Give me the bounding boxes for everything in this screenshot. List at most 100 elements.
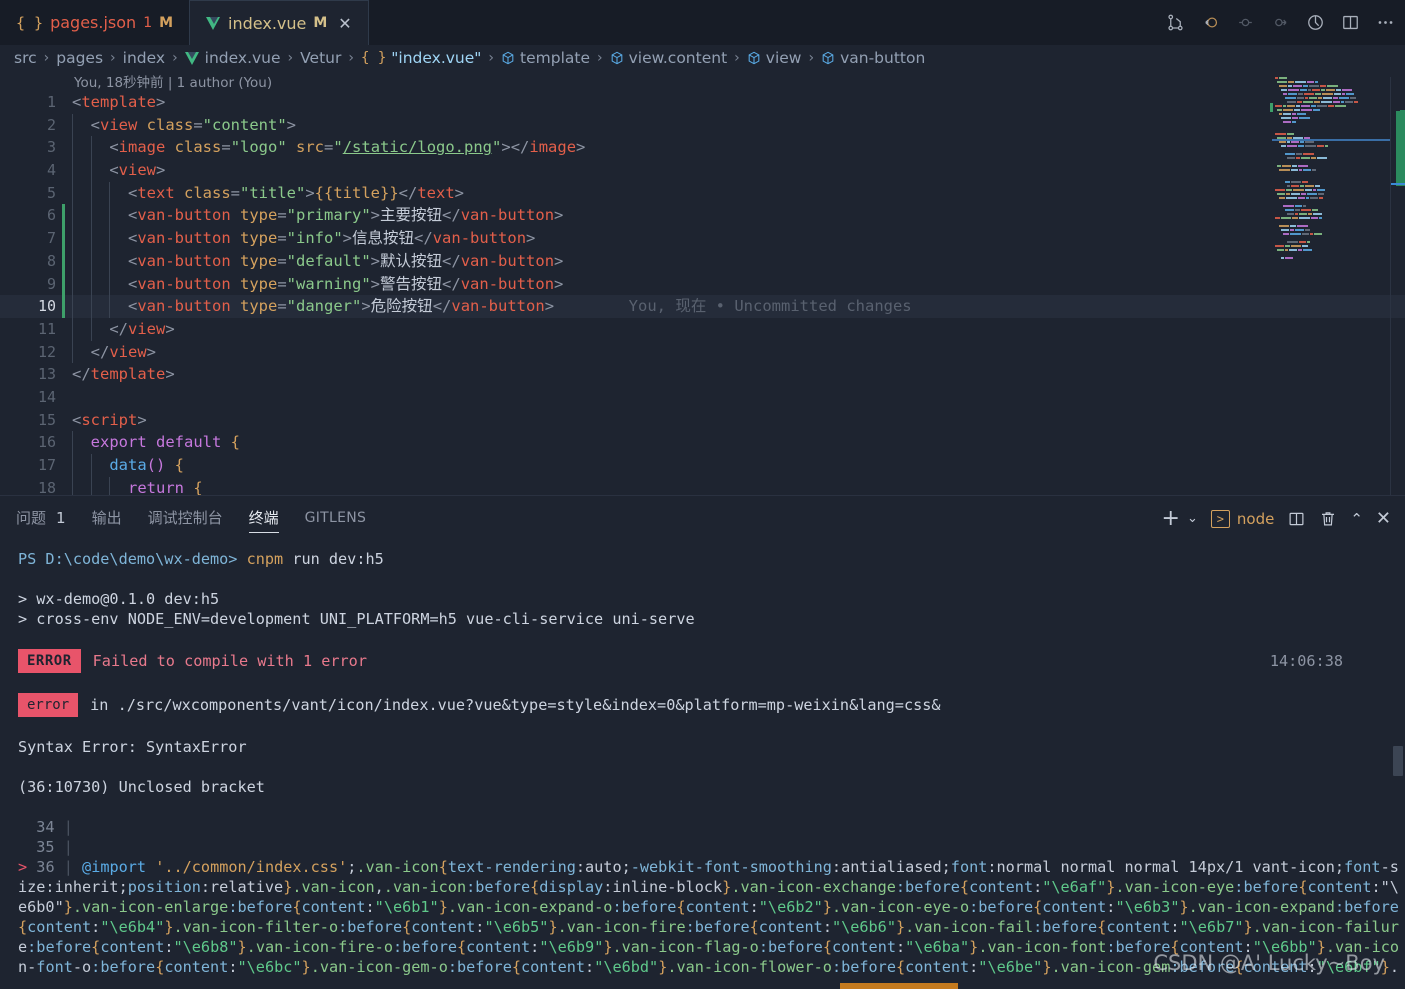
chevron-down-icon[interactable]: ⌄ (1187, 511, 1198, 526)
close-icon[interactable]: ✕ (338, 14, 351, 33)
tab-modified-badge: M (159, 14, 174, 31)
code-line[interactable]: 15 <script> (0, 409, 1405, 432)
code-line[interactable]: 4 <view> (0, 159, 1405, 182)
code-text: <view> (72, 161, 166, 180)
breadcrumb-item-view[interactable]: view (747, 49, 801, 67)
new-terminal-icon[interactable]: + (1162, 506, 1180, 531)
line-number: 11 (37, 319, 56, 338)
minimap-token (1323, 97, 1332, 99)
code-line[interactable]: 3 <image class="logo" src="/static/logo.… (0, 136, 1405, 160)
revert-icon[interactable] (1236, 13, 1255, 32)
minimap-token (1303, 85, 1308, 87)
breadcrumb-label: view.content (628, 49, 728, 67)
go-back-icon[interactable] (1201, 13, 1220, 32)
code-line[interactable]: 7 <van-button type="info">信息按钮</van-butt… (0, 227, 1405, 250)
code-line[interactable]: 1 <template> (0, 91, 1405, 114)
tab-index-vue[interactable]: index.vue M ✕ (189, 0, 369, 45)
more-actions-icon[interactable] (1376, 13, 1395, 32)
code-line[interactable]: 13 </template> (0, 363, 1405, 386)
minimap-token (1304, 137, 1310, 139)
debug-icon[interactable] (1306, 13, 1325, 32)
code-lines[interactable]: 1 <template> 2 <view class="content"> 3 <im… (0, 91, 1405, 495)
code-line[interactable]: 11 </view> (0, 317, 1405, 341)
minimap-token (1287, 185, 1290, 187)
terminal-scrollbar[interactable] (1393, 746, 1403, 776)
breadcrumb-item-template[interactable]: template (501, 49, 590, 67)
panel-tab-terminal[interactable]: 终端 (248, 496, 279, 541)
breadcrumb-item-vetur[interactable]: Vetur (300, 49, 341, 67)
code-editor[interactable]: You, 18秒钟前 | 1 author (You) 1 <template> 2… (0, 71, 1405, 495)
code-line[interactable]: 9 <van-button type="warning">警告按钮</van-b… (0, 272, 1405, 296)
code-line[interactable]: 12 </view> (0, 340, 1405, 364)
code-line[interactable]: 2 <view class="content"> (0, 113, 1405, 137)
terminal-wrapped-line: {content:"\e6b4"}.van-icon-filter-o:befo… (18, 918, 1399, 936)
terminal-code-frame-line: 34 | (18, 818, 73, 836)
minimap-token (1290, 233, 1301, 235)
minimap-token (1275, 189, 1285, 191)
source-control-icon[interactable] (1166, 13, 1185, 32)
code-line[interactable]: 18 return { (0, 476, 1405, 495)
minimap-token (1295, 205, 1302, 207)
minimap-token (1287, 133, 1294, 135)
panel-tab-debug-console[interactable]: 调试控制台 (148, 496, 223, 541)
minimap-token (1279, 169, 1290, 171)
breadcrumb-item-index[interactable]: index (123, 49, 165, 67)
breadcrumb-item-pages[interactable]: pages (56, 49, 103, 67)
code-line[interactable]: 17 data() { (0, 454, 1405, 477)
minimap-token (1287, 145, 1297, 147)
code-text: </view> (72, 319, 175, 338)
breadcrumb-item-view-content[interactable]: view.content (610, 49, 728, 67)
minimap-line (1275, 165, 1390, 168)
minimap-token (1292, 117, 1298, 119)
minimap-token (1285, 181, 1290, 183)
minimap-token (1328, 105, 1334, 107)
trash-icon[interactable] (1319, 509, 1337, 528)
titlebar-action-group (1166, 0, 1395, 45)
minimap-line (1279, 117, 1390, 120)
panel-tab-problems[interactable]: 问题 1 (16, 496, 66, 541)
tab-pages-json[interactable]: { } pages.json 1 M (0, 0, 190, 45)
code-line[interactable]: 6 <van-button type="primary">主要按钮</van-b… (0, 204, 1405, 228)
minimap-token (1290, 229, 1294, 231)
breadcrumb-item-van-button[interactable]: van-button (821, 49, 925, 67)
panel-tab-gitlens[interactable]: GITLENS (305, 496, 367, 541)
git-change-marker (62, 272, 65, 296)
minimap-token (1297, 113, 1306, 115)
minimap-token (1315, 81, 1318, 83)
code-line[interactable]: 16 export default { (0, 431, 1405, 454)
minimap[interactable] (1270, 77, 1390, 495)
breadcrumb-item-index-vue[interactable]: index.vue (184, 49, 281, 67)
minimap-token (1279, 197, 1285, 199)
terminal-output[interactable]: PS D:\code\demo\wx-demo> cnpm run dev:h5… (0, 541, 1405, 989)
forward-icon[interactable] (1271, 13, 1290, 32)
terminal-selector[interactable]: > node (1210, 509, 1274, 528)
code-line[interactable]: 5 <text class="title">{{title}}</text> (0, 181, 1405, 205)
split-terminal-icon[interactable] (1287, 510, 1306, 528)
minimap-token (1336, 89, 1341, 91)
terminal-line: Syntax Error: SyntaxError (18, 738, 247, 756)
minimap-token (1277, 249, 1284, 251)
code-line[interactable]: 14 (0, 386, 1405, 409)
line-number: 5 (46, 183, 56, 202)
code-line[interactable]: 8 <van-button type="default">默认按钮</van-b… (0, 249, 1405, 273)
maximize-panel-icon[interactable]: ⌃ (1350, 510, 1363, 528)
panel-tab-output[interactable]: 输出 (92, 496, 122, 541)
cube-icon (502, 51, 514, 65)
minimap-token (1282, 165, 1291, 167)
breadcrumb-item-src[interactable]: src (14, 49, 37, 67)
minimap-line (1273, 105, 1390, 108)
minimap-token (1318, 97, 1322, 99)
minimap-cursor (1270, 103, 1273, 112)
minimap-token (1299, 169, 1302, 171)
minimap-token (1311, 157, 1316, 159)
split-editor-icon[interactable] (1341, 13, 1360, 32)
minimap-token (1292, 217, 1298, 219)
git-change-marker (62, 227, 65, 250)
minimap-token (1281, 229, 1289, 231)
close-panel-icon[interactable]: ✕ (1376, 508, 1391, 529)
minimap-line (1279, 201, 1390, 204)
minimap-line (1273, 189, 1390, 192)
code-line[interactable]: 10 <van-button type="danger">危险按钮</van-b… (0, 295, 1405, 318)
minimap-line (1277, 225, 1390, 228)
breadcrumb-item-index-vue-symbol[interactable]: { } "index.vue" (361, 49, 481, 67)
